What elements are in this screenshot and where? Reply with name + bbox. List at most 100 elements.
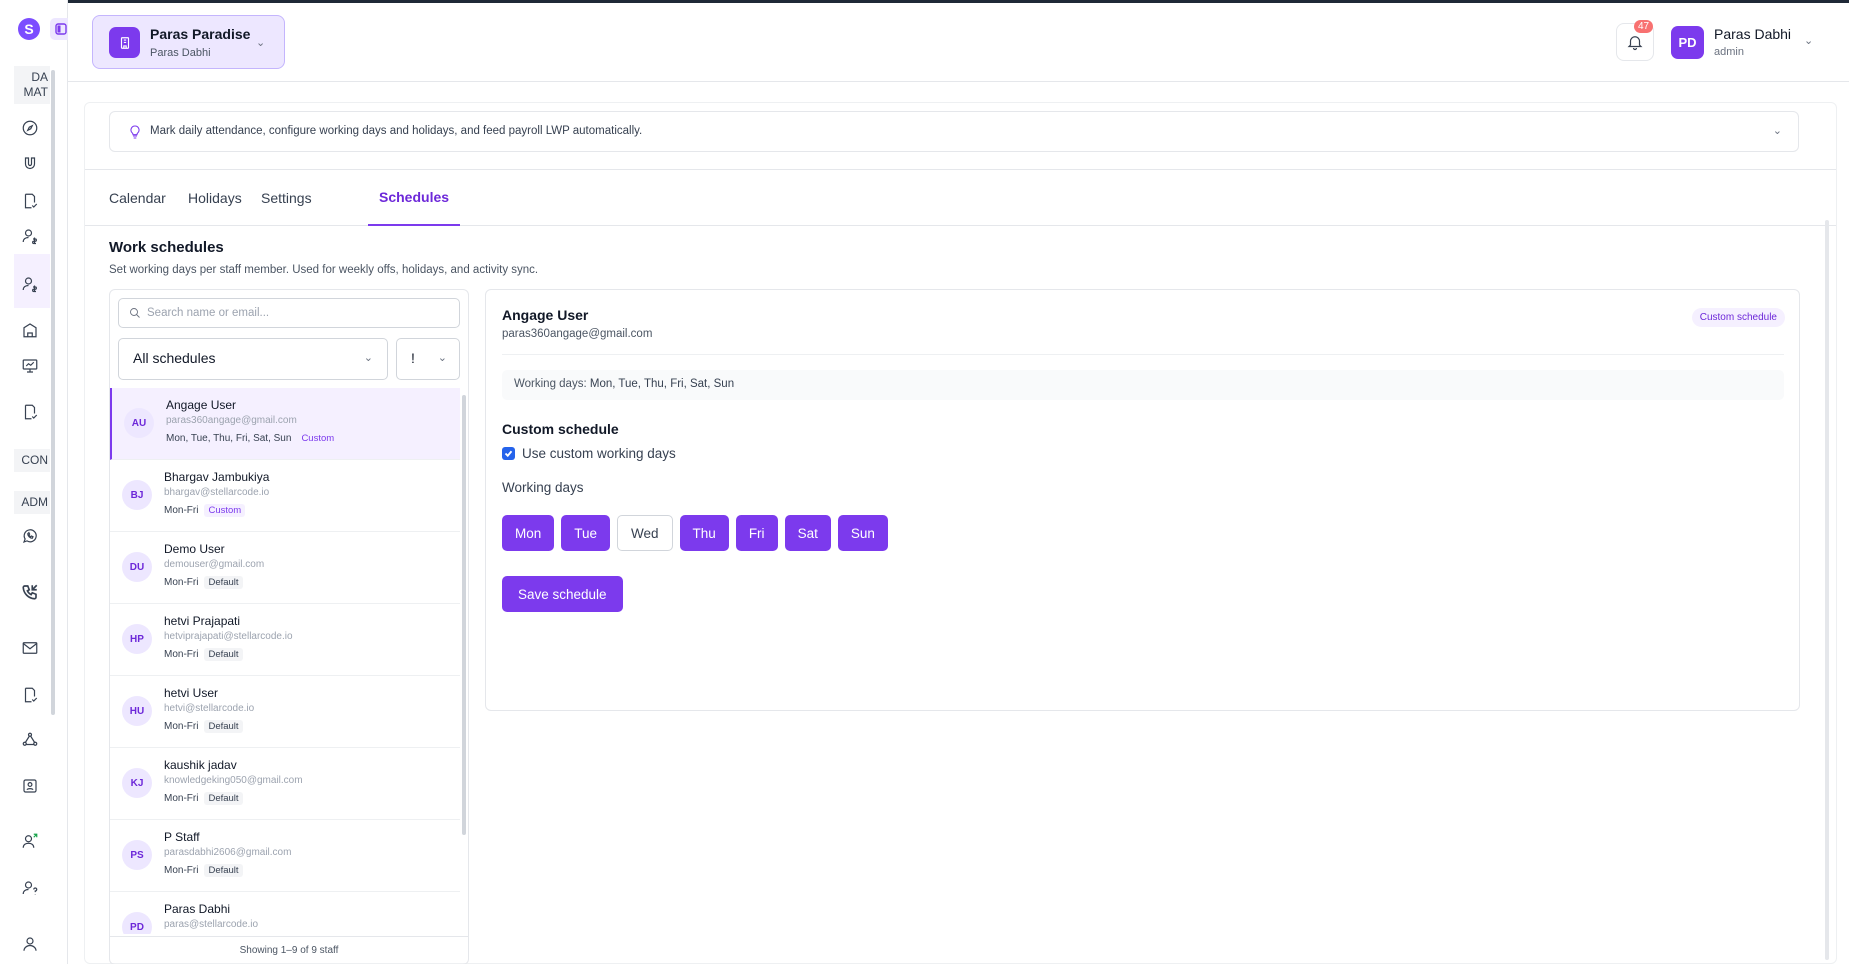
staff-row[interactable]: BJ Bhargav Jambukiya bhargav@stellarcode… — [110, 460, 460, 532]
day-toggle-mon[interactable]: Mon — [502, 515, 555, 551]
lightbulb-icon — [127, 124, 143, 140]
day-toggle-thu[interactable]: Thu — [679, 515, 729, 551]
sidebar-section-contacts: CON — [14, 449, 50, 472]
staff-row[interactable]: PS P Staff parasdabhi2606@gmail.com Mon-… — [110, 820, 460, 892]
building-icon — [109, 27, 140, 58]
schedule-tag: Default — [204, 576, 243, 589]
staff-row[interactable]: PD Paras Dabhi paras@stellarcode.io — [110, 892, 460, 934]
list-footer: Showing 1–9 of 9 staff — [110, 936, 468, 964]
schedule-tag: Default — [204, 648, 243, 661]
presentation-icon[interactable] — [16, 352, 44, 380]
document-check-icon[interactable] — [16, 187, 44, 215]
status-badge: Custom schedule — [1691, 308, 1785, 327]
user-growth-icon[interactable] — [16, 827, 44, 855]
staff-days: Mon, Tue, Thu, Fri, Sat, Sun Custom — [166, 432, 339, 445]
user-dollar-icon[interactable] — [16, 222, 44, 250]
avatar: KJ — [122, 768, 152, 798]
search-field[interactable] — [118, 298, 460, 328]
staff-days-text: Mon-Fri — [164, 865, 199, 876]
search-input[interactable] — [147, 299, 447, 327]
page-scrollbar[interactable] — [1825, 220, 1829, 960]
whatsapp-icon[interactable] — [16, 522, 44, 550]
staff-days-text: Mon-Fri — [164, 577, 199, 588]
app-logo[interactable]: S — [18, 18, 40, 40]
working-days-value: Mon, Tue, Thu, Fri, Sat, Sun — [589, 378, 735, 390]
document-check-icon[interactable] — [16, 398, 44, 426]
divider — [502, 354, 1784, 355]
chevron-down-icon[interactable]: ⌄ — [1773, 124, 1782, 137]
sidebar-section-dashboard: DA MAT — [14, 66, 50, 104]
day-toggle-sat[interactable]: Sat — [784, 515, 831, 551]
staff-row[interactable]: AU Angage User paras360angage@gmail.com … — [110, 388, 460, 460]
user-question-icon[interactable] — [16, 874, 44, 902]
sidebar-section-label: DA MAT — [23, 70, 48, 99]
user-role: admin — [1714, 46, 1744, 58]
user-profile-icon[interactable] — [16, 930, 44, 958]
sidebar-section-admin: ADM — [14, 491, 50, 514]
staff-row[interactable]: HU hetvi User hetvi@stellarcode.io Mon-F… — [110, 676, 460, 748]
sidebar-scrollbar[interactable] — [51, 70, 55, 715]
staff-days-text: Mon-Fri — [164, 505, 199, 516]
staff-name: hetvi Prajapati — [164, 614, 241, 628]
org-name: Paras Paradise — [150, 26, 251, 42]
user-avatar[interactable]: PD — [1671, 26, 1704, 59]
bell-icon — [1627, 36, 1643, 51]
detail-staff-email: paras360angage@gmail.com — [502, 328, 653, 340]
mail-icon[interactable] — [16, 634, 44, 662]
day-toggle-tue[interactable]: Tue — [561, 515, 611, 551]
checkbox-label: Use custom working days — [522, 446, 676, 461]
tab-schedules[interactable]: Schedules — [368, 169, 461, 226]
phone-call-icon[interactable] — [16, 578, 44, 606]
info-banner[interactable]: Mark daily attendance, configure working… — [109, 111, 1799, 152]
avatar: DU — [122, 552, 152, 582]
day-toggle-fri[interactable]: Fri — [735, 515, 778, 551]
notification-count-badge: 47 — [1634, 20, 1654, 33]
staff-name: hetvi User — [164, 686, 219, 700]
schedule-tag: Default — [204, 792, 243, 805]
chevron-down-icon: ⌄ — [437, 352, 447, 364]
building-icon[interactable] — [16, 316, 44, 344]
staff-list-panel: All schedules ⌄ ! ⌄ AU Angage User paras… — [109, 289, 469, 964]
schedule-tag: Default — [204, 720, 243, 733]
staff-list: AU Angage User paras360angage@gmail.com … — [110, 388, 460, 934]
custom-days-checkbox[interactable]: Use custom working days — [502, 446, 676, 461]
top-header: Paras Paradise Paras Dabhi ⌄ 47 PD Paras… — [68, 3, 1849, 82]
checkbox-icon[interactable] — [502, 447, 515, 460]
staff-days: Mon-Fri Default — [164, 864, 243, 877]
staff-name: P Staff — [164, 830, 200, 844]
user-attendance-icon[interactable] — [16, 270, 44, 298]
staff-days: Mon-Fri Custom — [164, 504, 246, 517]
staff-email: parasdabhi2606@gmail.com — [164, 847, 292, 858]
tab-holidays[interactable]: Holidays — [177, 169, 253, 226]
staff-days: Mon-Fri Default — [164, 720, 243, 733]
schedule-detail-panel: Angage User paras360angage@gmail.com Cus… — [485, 289, 1800, 711]
staff-row[interactable]: HP hetvi Prajapati hetviprajapati@stella… — [110, 604, 460, 676]
staff-email: bhargav@stellarcode.io — [164, 487, 270, 498]
staff-row[interactable]: KJ kaushik jadav knowledgeking050@gmail.… — [110, 748, 460, 820]
tab-calendar[interactable]: Calendar — [98, 169, 177, 226]
staff-name: Demo User — [164, 542, 225, 556]
chevron-down-icon[interactable]: ⌄ — [1804, 34, 1813, 47]
list-scrollbar[interactable] — [462, 395, 466, 835]
network-icon[interactable] — [16, 726, 44, 754]
schedule-tag: Custom — [204, 504, 246, 517]
secondary-filter-select[interactable]: ! ⌄ — [396, 338, 460, 380]
staff-name: Angage User — [166, 398, 237, 412]
info-banner-text: Mark daily attendance, configure working… — [150, 125, 643, 137]
schedule-tag: Custom — [297, 432, 339, 445]
tab-settings[interactable]: Settings — [250, 169, 323, 226]
org-switcher[interactable]: Paras Paradise Paras Dabhi ⌄ — [92, 15, 285, 69]
id-card-icon[interactable] — [16, 772, 44, 800]
schedule-filter-value: All schedules — [133, 350, 216, 366]
user-name[interactable]: Paras Dabhi — [1714, 26, 1791, 42]
avatar: HU — [122, 696, 152, 726]
day-toggle-wed[interactable]: Wed — [617, 515, 673, 551]
compass-icon[interactable] — [16, 114, 44, 142]
day-toggle-sun[interactable]: Sun — [837, 515, 888, 551]
schedule-filter-select[interactable]: All schedules ⌄ — [118, 338, 388, 380]
magnet-icon[interactable] — [16, 150, 44, 178]
document-check-icon[interactable] — [16, 681, 44, 709]
save-schedule-button[interactable]: Save schedule — [502, 576, 623, 612]
day-toggle-group: Mon Tue Wed Thu Fri Sat Sun — [502, 515, 888, 551]
staff-row[interactable]: DU Demo User demouser@gmail.com Mon-Fri D… — [110, 532, 460, 604]
